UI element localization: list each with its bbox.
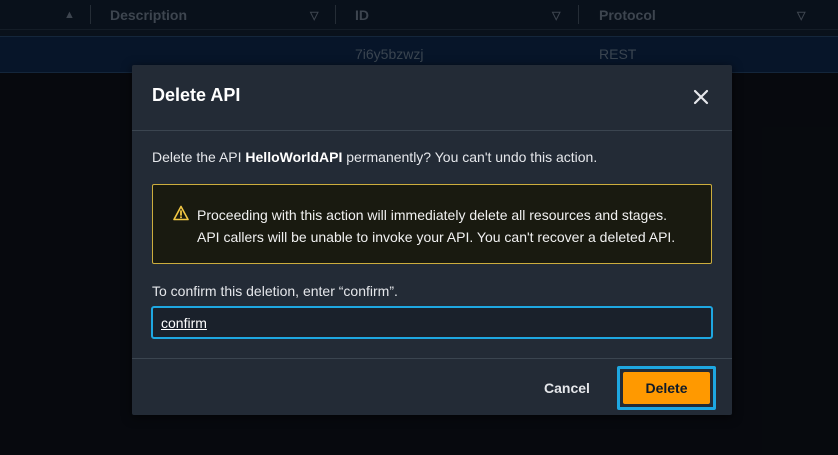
close-icon	[693, 89, 709, 105]
delete-button[interactable]: Delete	[623, 372, 710, 404]
modal-header: Delete API	[132, 65, 732, 131]
api-name: HelloWorldAPI	[245, 149, 343, 165]
warning-text: Proceeding with this action will immedia…	[197, 207, 676, 245]
modal-footer: Cancel Delete	[132, 358, 732, 415]
confirm-label: To confirm this deletion, enter “confirm…	[152, 283, 398, 299]
delete-intro-text: Delete the API HelloWorldAPI permanently…	[152, 149, 598, 165]
delete-api-modal: Delete API Delete the API HelloWorldAPI …	[132, 65, 732, 415]
confirm-input[interactable]	[151, 306, 713, 339]
close-button[interactable]	[688, 84, 714, 110]
delete-button-focus-ring: Delete	[617, 366, 716, 410]
warning-icon	[173, 205, 189, 221]
modal-title: Delete API	[152, 85, 241, 105]
warning-alert: Proceeding with this action will immedia…	[152, 184, 712, 264]
cancel-button[interactable]: Cancel	[536, 374, 598, 402]
